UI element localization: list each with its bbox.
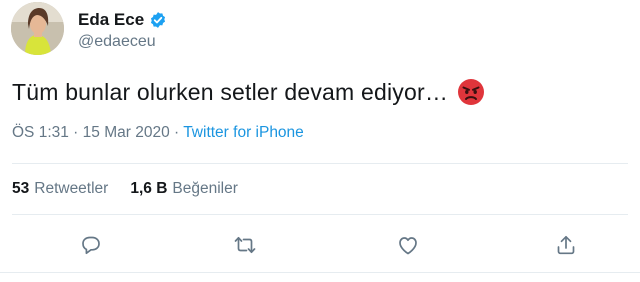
- like-button[interactable]: [396, 233, 420, 257]
- retweets-count: 53: [12, 180, 30, 197]
- share-button[interactable]: [554, 233, 578, 257]
- bottom-border: [0, 272, 640, 273]
- likes-stat[interactable]: 1,6 B Beğeniler: [130, 180, 238, 198]
- tweet-time[interactable]: ÖS 1:31: [12, 124, 69, 141]
- engagement-stats: 53 Retweetler 1,6 B Beğeniler: [12, 180, 260, 198]
- tweet-source-link[interactable]: Twitter for iPhone: [183, 124, 304, 141]
- divider: [12, 214, 628, 215]
- reply-icon: [82, 236, 100, 255]
- tweet-text: Tüm bunlar olurken setler devam ediyor…: [12, 78, 485, 106]
- share-icon: [557, 235, 575, 255]
- action-bar: [0, 233, 640, 257]
- meta-separator-1: ·: [68, 124, 83, 141]
- tweet-date[interactable]: 15 Mar 2020: [83, 124, 170, 141]
- retweets-stat[interactable]: 53 Retweetler: [12, 180, 108, 198]
- divider: [12, 163, 628, 164]
- retweets-label: Retweetler: [34, 180, 109, 197]
- tweet-meta: ÖS 1:31 · 15 Mar 2020 · Twitter for iPho…: [12, 124, 304, 142]
- reply-button[interactable]: [79, 233, 103, 257]
- tweet-text-content: Tüm bunlar olurken setler devam ediyor…: [12, 78, 449, 105]
- user-handle[interactable]: @edaeceu: [78, 33, 156, 51]
- retweet-button[interactable]: [233, 233, 257, 257]
- angry-face-emoji-icon: [457, 78, 485, 106]
- verified-badge-icon: [149, 11, 167, 29]
- avatar[interactable]: [11, 2, 64, 55]
- profile-photo-icon: [11, 2, 64, 55]
- like-icon: [399, 237, 417, 255]
- name-row: Eda Ece: [78, 10, 167, 30]
- meta-separator-2: ·: [169, 124, 184, 141]
- likes-label: Beğeniler: [172, 180, 238, 197]
- likes-count: 1,6 B: [130, 180, 168, 197]
- tweet-card: Eda Ece @edaeceu Tüm bunlar olurken setl…: [0, 0, 640, 282]
- retweet-icon: [234, 236, 256, 254]
- display-name[interactable]: Eda Ece: [78, 10, 144, 30]
